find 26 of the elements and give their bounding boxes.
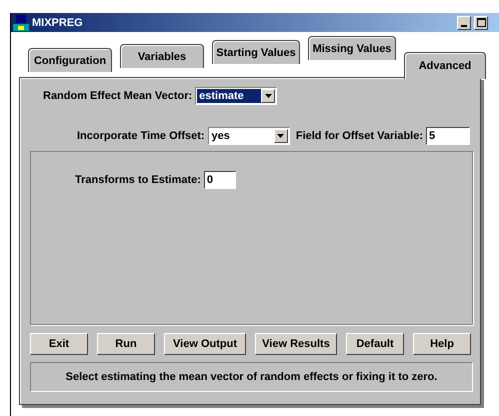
tab[interactable]: Variables [120, 44, 204, 68]
minimize-icon [461, 24, 467, 26]
input-field[interactable]: 5 [426, 127, 470, 145]
status-bar: Select estimating the mean vector of random effects or fixing it to zero. [30, 362, 473, 392]
tab[interactable]: Configuration [28, 48, 112, 72]
dropdown[interactable]: estimate [195, 87, 278, 105]
push-button[interactable]: Exit [30, 333, 88, 355]
maximize-button[interactable] [474, 16, 488, 30]
push-button[interactable]: View Results [255, 333, 337, 355]
field-label: Field for Offset Variable: [296, 130, 423, 142]
maximize-icon [476, 18, 486, 27]
app-icon [13, 14, 29, 30]
window-title: MIXPREG [32, 16, 83, 28]
minimize-button[interactable] [457, 16, 471, 30]
push-button[interactable]: Default [346, 333, 404, 355]
tab[interactable]: Starting Values [212, 40, 300, 64]
field-label: Random Effect Mean Vector: [43, 90, 192, 102]
tab[interactable]: Advanced [404, 52, 486, 79]
field-label: Incorporate Time Offset: [77, 130, 205, 142]
dropdown[interactable]: yes [208, 127, 290, 145]
input-field[interactable]: 0 [204, 171, 236, 189]
push-button[interactable]: View Output [164, 333, 246, 355]
push-button[interactable]: Help [413, 333, 471, 355]
push-button[interactable]: Run [97, 333, 155, 355]
tab[interactable]: Missing Values [308, 36, 396, 60]
field-label: Transforms to Estimate: [75, 174, 201, 186]
